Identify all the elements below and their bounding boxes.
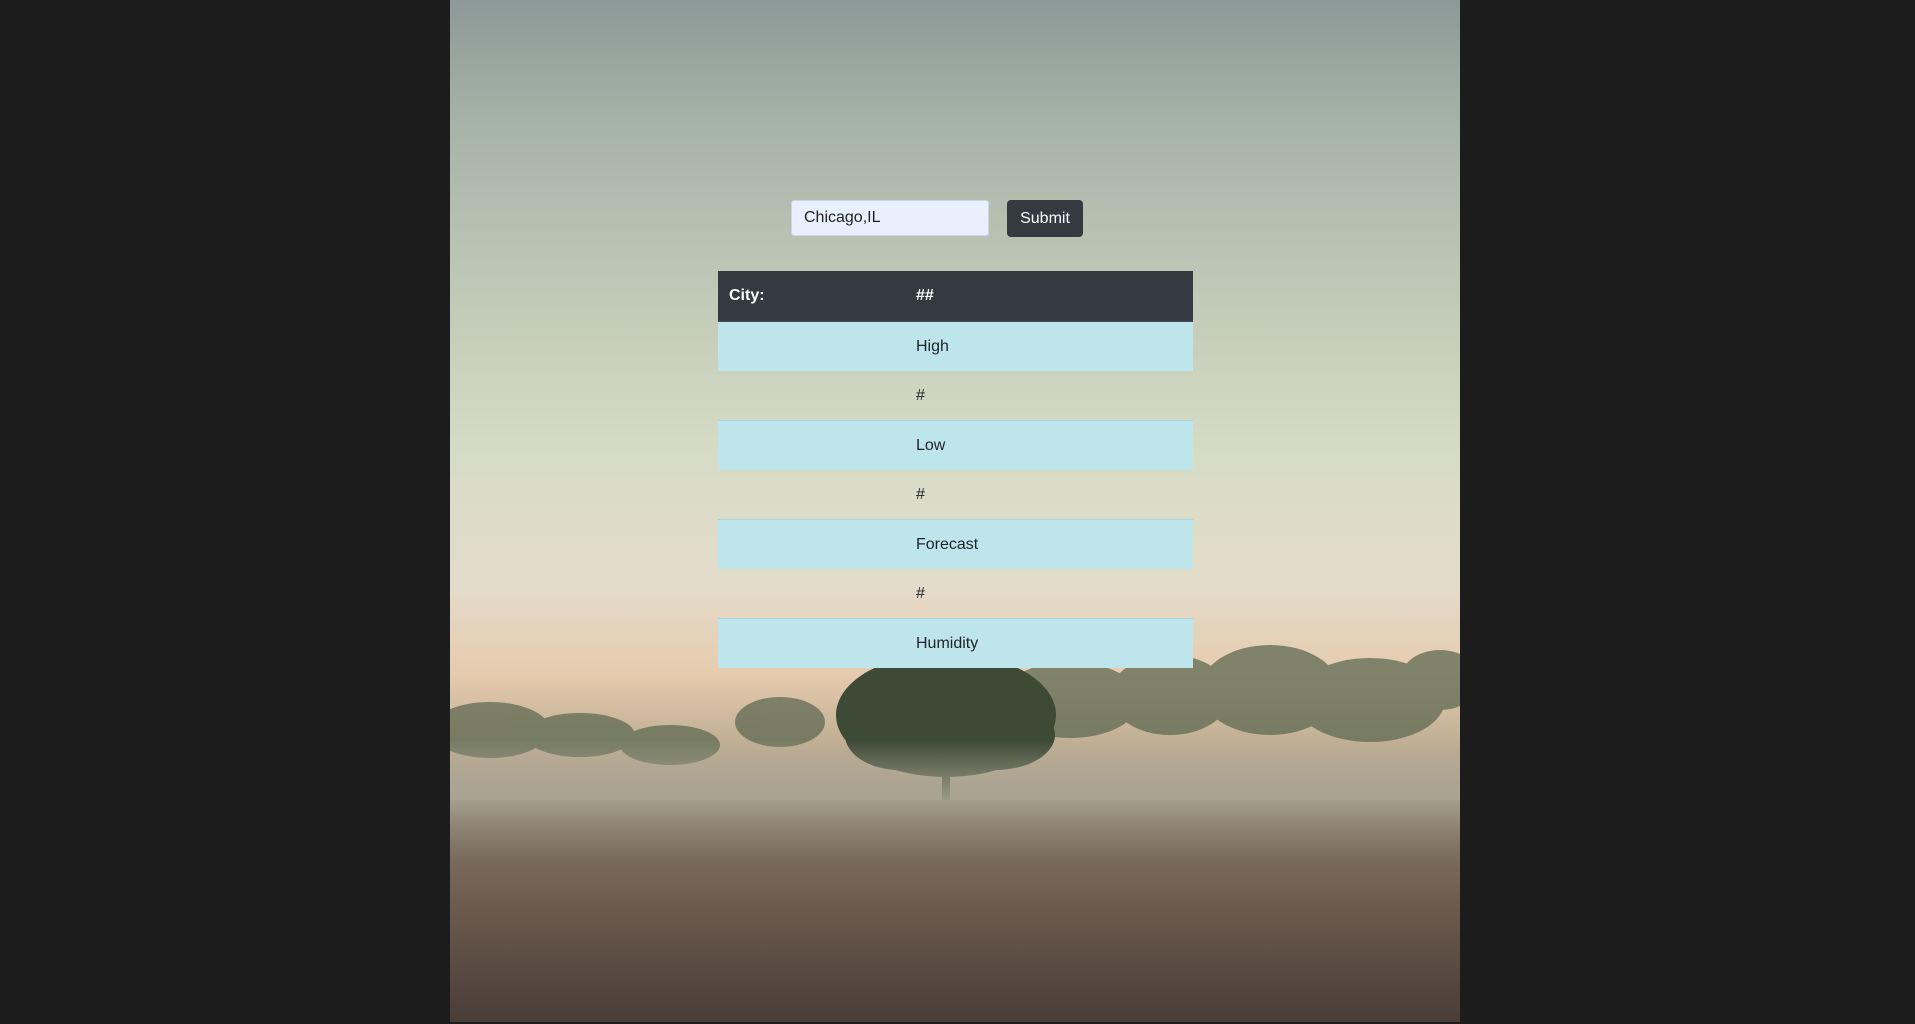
row-value: Forecast (905, 519, 1193, 569)
row-value: # (916, 386, 925, 404)
city-input[interactable] (791, 200, 989, 236)
table-row: Forecast (718, 519, 1193, 569)
row-value: High (905, 321, 1193, 371)
row-label (718, 519, 905, 569)
header-city-value: ## (905, 271, 1193, 322)
row-label (718, 420, 905, 470)
weather-table: City: ## High # Low # Forecast # Humidit… (718, 271, 1193, 668)
row-label (718, 618, 905, 668)
row-label (718, 371, 905, 421)
row-value: # (916, 584, 925, 602)
row-value: # (916, 485, 925, 503)
row-value: Humidity (905, 618, 1193, 668)
table-row: Low (718, 420, 1193, 470)
row-label (718, 569, 905, 619)
table-row: # (718, 470, 1193, 520)
table-row: # (718, 569, 1193, 619)
row-label (718, 470, 905, 520)
submit-button[interactable]: Submit (1007, 200, 1083, 237)
page: Submit City: ## High # Low # (0, 0, 1915, 1024)
table-row: High (718, 321, 1193, 371)
header-city-label: City: (718, 271, 905, 322)
table-header-row: City: ## (718, 271, 1193, 322)
table-row: Humidity (718, 618, 1193, 668)
row-label (718, 321, 905, 371)
table-row: # (718, 371, 1193, 421)
row-value: Low (905, 420, 1193, 470)
